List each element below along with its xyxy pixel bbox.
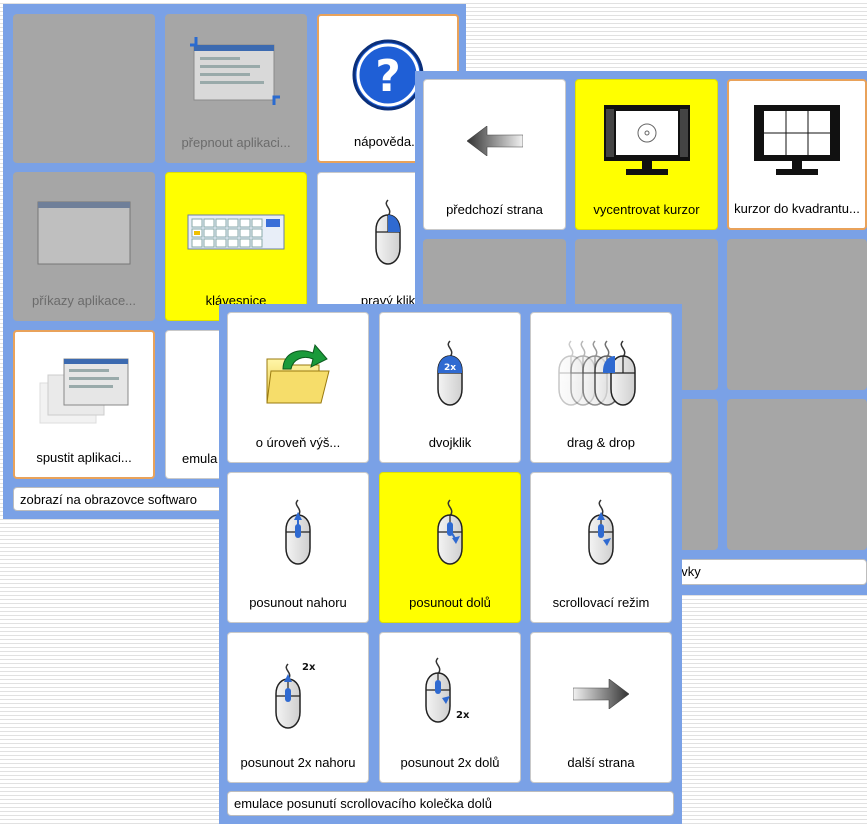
monitor-center-cursor-icon (576, 80, 717, 202)
cell-label: předchozí strana (446, 202, 543, 217)
launch-app-button[interactable]: spustit aplikaci... (13, 330, 155, 479)
mouse-scroll-mode-icon (531, 473, 671, 595)
mouse-double-click-icon: 2x (380, 313, 520, 435)
scroll-mode-button[interactable]: scrollovací režim (530, 472, 672, 623)
arrow-left-icon (424, 80, 565, 202)
cell-label: příkazy aplikace... (31, 293, 137, 308)
scroll-down-2x-button[interactable]: 2x posunout 2x dolů (379, 632, 521, 783)
arrow-right-icon (531, 633, 671, 755)
next-page-button[interactable]: další strana (530, 632, 672, 783)
app-window-switch-icon (166, 15, 306, 135)
previous-page-button[interactable]: předchozí strana (423, 79, 566, 230)
cell-label: vycentrovat kurzor (593, 202, 700, 217)
svg-text:2x: 2x (302, 662, 316, 673)
drag-drop-button[interactable]: drag & drop (530, 312, 672, 463)
scroll-down-button[interactable]: posunout dolů (379, 472, 521, 623)
front-grid-panel: o úroveň výš... 2x dvojklik drag & drop (219, 304, 682, 824)
keyboard-icon (166, 173, 306, 293)
cell-label: posunout nahoru (249, 595, 347, 610)
folder-up-icon (228, 313, 368, 435)
cell-label: kurzor do kvadrantu... (734, 201, 860, 216)
cursor-to-quadrant-button[interactable]: kurzor do kvadrantu... (727, 79, 867, 230)
cell-label: posunout 2x dolů (400, 755, 500, 770)
mouse-scroll-down-2x-icon: 2x (380, 633, 520, 755)
cell-label: drag & drop (567, 435, 635, 450)
folder-up-button[interactable]: o úroveň výš... (227, 312, 369, 463)
svg-text:?: ? (375, 51, 401, 102)
empty-cell (727, 399, 867, 550)
cell-label: další strana (567, 755, 635, 770)
front-status-bar: emulace posunutí scrollovacího kolečka d… (227, 791, 674, 816)
mouse-drag-drop-icon (531, 313, 671, 435)
cell-label: posunout 2x nahoru (240, 755, 356, 770)
status-text: emulace posunutí scrollovacího kolečka d… (234, 796, 492, 811)
status-text: zobrazí na obrazovce softwaro (20, 492, 198, 507)
empty-cell (727, 239, 867, 390)
center-cursor-button[interactable]: vycentrovat kurzor (575, 79, 718, 230)
cell-label: posunout dolů (409, 595, 491, 610)
app-launch-icon (15, 332, 153, 450)
cell-label: přepnout aplikaci... (181, 135, 291, 150)
double-click-button[interactable]: 2x dvojklik (379, 312, 521, 463)
cell-label: o úroveň výš... (255, 435, 341, 450)
scroll-up-button[interactable]: posunout nahoru (227, 472, 369, 623)
scroll-up-2x-button[interactable]: 2x posunout 2x nahoru (227, 632, 369, 783)
svg-text:2x: 2x (444, 363, 456, 373)
mouse-scroll-down-icon (380, 473, 520, 595)
svg-text:2x: 2x (456, 710, 470, 721)
app-window-icon (14, 173, 154, 293)
cell-label: scrollovací režim (552, 595, 650, 610)
mouse-scroll-up-2x-icon: 2x (228, 633, 368, 755)
empty-cell (13, 14, 155, 163)
cell-label: dvojklik (428, 435, 472, 450)
app-commands-button[interactable]: příkazy aplikace... (13, 172, 155, 321)
cell-label: emula (182, 451, 218, 466)
mouse-scroll-up-icon (228, 473, 368, 595)
keyboard-button[interactable]: klávesnice (165, 172, 307, 321)
monitor-quadrant-icon (729, 81, 865, 201)
cell-label: spustit aplikaci... (36, 450, 132, 465)
switch-app-button[interactable]: přepnout aplikaci... (165, 14, 307, 163)
